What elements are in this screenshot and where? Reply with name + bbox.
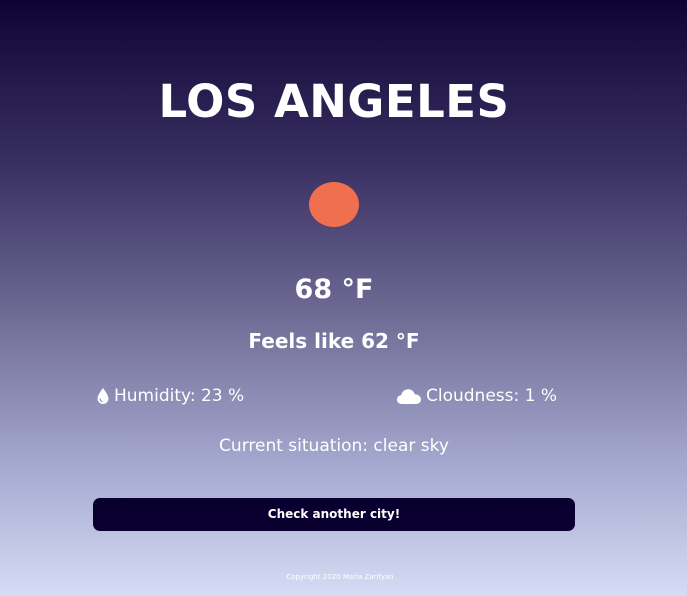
water-drop-icon (97, 388, 109, 404)
current-situation: Current situation: clear sky (219, 436, 449, 456)
temperature: 68 °F (294, 274, 374, 305)
copyright-footer: Copyright 2020 Maria Zarifyan (286, 573, 394, 581)
check-another-city-button[interactable]: Check another city! (93, 498, 575, 531)
city-name: LOS ANGELES (158, 75, 510, 128)
cloudiness-stat: Cloudness: 1 % (396, 384, 557, 408)
cloudiness-label: Cloudness: 1 % (426, 386, 558, 406)
humidity-stat: Humidity: 23 % (96, 384, 244, 408)
humidity-label: Humidity: 23 % (114, 386, 245, 406)
feels-like: Feels like 62 °F (248, 329, 420, 353)
sun-icon (309, 182, 359, 227)
cloud-icon (397, 389, 421, 404)
